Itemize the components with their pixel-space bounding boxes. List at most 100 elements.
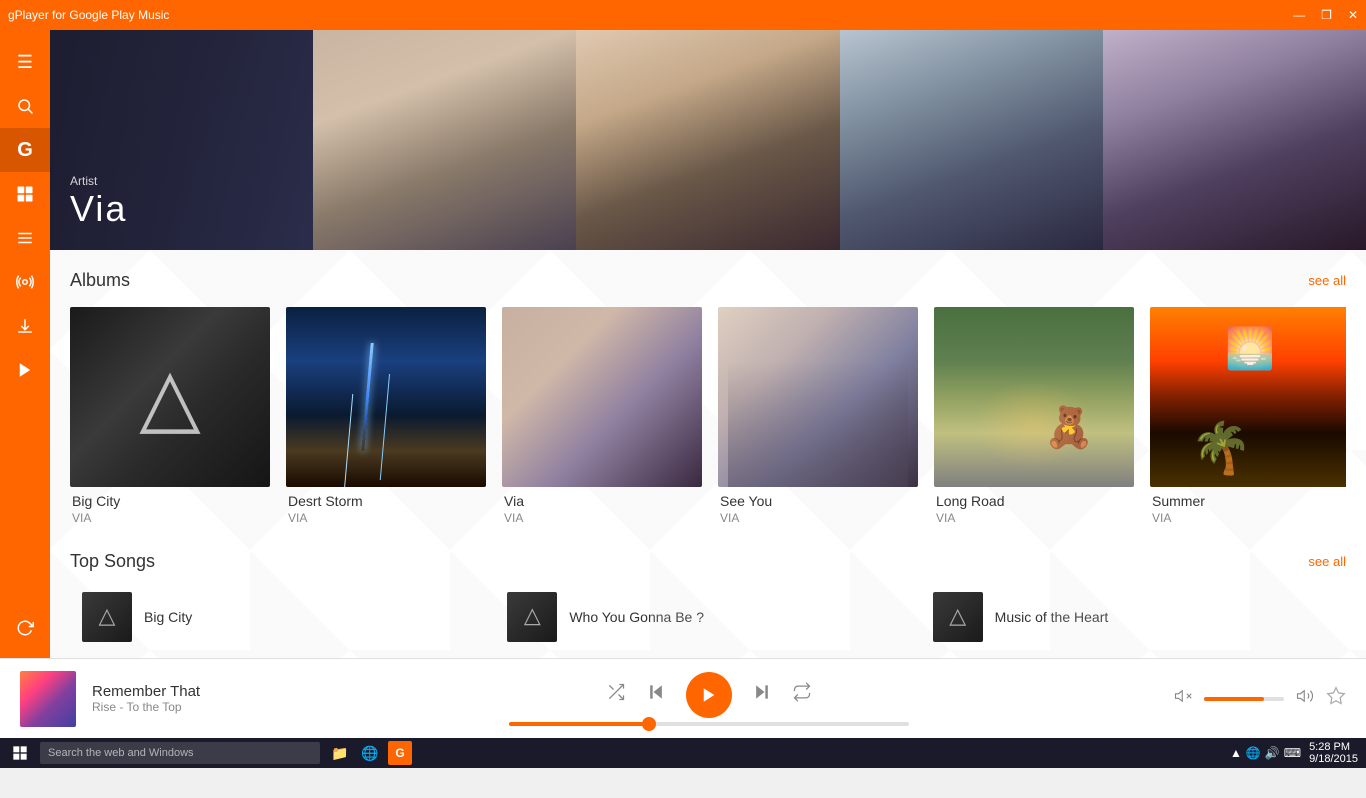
albums-see-all[interactable]: see all (1308, 273, 1346, 288)
artist-hero-banner: Artist Via (50, 30, 1366, 250)
album-artist: VIA (72, 511, 268, 525)
taskbar-right: ▲ 🌐 🔊 ⌨ 5:28 PM 9/18/2015 (1230, 741, 1358, 765)
volume-up-button[interactable] (1296, 687, 1314, 710)
top-songs-title: Top Songs (70, 551, 155, 572)
albums-title: Albums (70, 270, 130, 291)
albums-header: Albums see all (70, 270, 1346, 291)
album-name: Big City (72, 493, 268, 509)
main-content: Artist Via Albums see all Big City VIA D… (50, 30, 1366, 688)
taskbar-app-icons: 📁 🌐 G (328, 741, 412, 765)
sidebar-item-menu[interactable]: ☰ (0, 40, 50, 84)
album-artist: VIA (1152, 511, 1346, 525)
maximize-button[interactable]: ❐ (1321, 8, 1332, 22)
clock: 5:28 PM (1309, 741, 1358, 753)
play-button[interactable] (686, 672, 732, 718)
mute-button[interactable] (1174, 687, 1192, 710)
song-thumb (82, 592, 132, 642)
song-thumb (933, 592, 983, 642)
song-item-music-of-heart[interactable]: Music of the Heart (921, 584, 1346, 650)
artist-photo (313, 30, 1366, 250)
network-icon[interactable]: 🌐 (1246, 746, 1261, 760)
artist-info: Artist Via (70, 174, 127, 230)
player-album-art (20, 671, 76, 727)
album-artist: VIA (720, 511, 916, 525)
sidebar: ☰ G (0, 30, 50, 738)
face-figure-4 (1103, 30, 1366, 250)
progress-dot (642, 717, 656, 731)
window-controls: — ❐ ✕ (1293, 8, 1358, 22)
song-info: Music of the Heart (995, 609, 1109, 625)
favorite-button[interactable] (1326, 686, 1346, 712)
albums-grid: Big City VIA Desrt Storm VIA Via VIA See… (70, 307, 1346, 531)
sidebar-item-google-play[interactable]: G (0, 128, 50, 172)
album-name: Via (504, 493, 700, 509)
start-button[interactable] (8, 741, 32, 765)
album-name: See You (720, 493, 916, 509)
sidebar-item-download[interactable] (0, 304, 50, 348)
taskbar-browser[interactable]: 🌐 (358, 741, 382, 765)
album-card-big-city[interactable]: Big City VIA (70, 307, 270, 531)
album-card-see-you[interactable]: See You VIA (718, 307, 918, 531)
top-songs-header: Top Songs see all (70, 551, 1346, 572)
album-name: Desrt Storm (288, 493, 484, 509)
player-info: Remember That Rise - To the Top (92, 683, 272, 714)
album-artist: VIA (936, 511, 1132, 525)
track-subtitle: Rise - To the Top (92, 700, 272, 714)
system-time: 5:28 PM 9/18/2015 (1309, 741, 1358, 765)
song-info: Big City (144, 609, 192, 625)
sidebar-item-search[interactable] (0, 84, 50, 128)
system-tray: ▲ 🌐 🔊 ⌨ (1230, 746, 1301, 760)
content-area: Albums see all Big City VIA Desrt Storm … (50, 250, 1366, 660)
sidebar-item-play-next[interactable] (0, 348, 50, 392)
album-artist: VIA (288, 511, 484, 525)
song-thumb (507, 592, 557, 642)
app-title: gPlayer for Google Play Music (8, 8, 169, 22)
album-card-desert-storm[interactable]: Desrt Storm VIA (286, 307, 486, 531)
repeat-button[interactable] (792, 682, 812, 707)
minimize-button[interactable]: — (1293, 8, 1305, 22)
album-name: Summer (1152, 493, 1346, 509)
album-card-long-road[interactable]: Long Road VIA (934, 307, 1134, 531)
track-name: Remember That (92, 683, 272, 700)
albums-section: Albums see all Big City VIA Desrt Storm … (50, 250, 1366, 541)
taskbar-search[interactable] (40, 742, 320, 764)
player-bar: Remember That Rise - To the Top (0, 658, 1366, 738)
volume-bar[interactable] (1204, 697, 1284, 701)
song-info: Who You Gonna Be ? (569, 609, 704, 625)
sidebar-item-recent[interactable] (0, 606, 50, 650)
progress-bar[interactable] (509, 722, 909, 726)
top-songs-see-all[interactable]: see all (1308, 554, 1346, 569)
keyboard-icon[interactable]: ⌨ (1284, 746, 1301, 760)
sidebar-item-queue[interactable] (0, 216, 50, 260)
next-button[interactable] (752, 682, 772, 707)
album-card-via[interactable]: Via VIA (502, 307, 702, 531)
sidebar-item-dashboard[interactable] (0, 172, 50, 216)
artist-name: Via (70, 188, 127, 230)
tray-up-icon[interactable]: ▲ (1230, 746, 1242, 760)
album-name: Long Road (936, 493, 1132, 509)
close-button[interactable]: ✕ (1348, 8, 1358, 22)
date: 9/18/2015 (1309, 753, 1358, 765)
song-title: Who You Gonna Be ? (569, 609, 704, 625)
volume-fill (1204, 697, 1264, 701)
face-figure-2 (576, 30, 839, 250)
speaker-icon[interactable]: 🔊 (1265, 746, 1280, 760)
progress-fill (509, 722, 649, 726)
song-title: Music of the Heart (995, 609, 1109, 625)
songs-list: Big City Who You Gonna Be ? Music of the… (70, 584, 1346, 650)
taskbar-file-explorer[interactable]: 📁 (328, 741, 352, 765)
song-item-who-you-gonna-be[interactable]: Who You Gonna Be ? (495, 584, 920, 650)
song-title: Big City (144, 609, 192, 625)
sidebar-item-radio[interactable] (0, 260, 50, 304)
top-songs-section: Top Songs see all Big City Who You Gonna… (50, 541, 1366, 660)
song-item-big-city-song[interactable]: Big City (70, 584, 495, 650)
artist-label: Artist (70, 174, 127, 188)
shuffle-button[interactable] (606, 682, 626, 707)
album-card-summer[interactable]: Summer VIA (1150, 307, 1346, 531)
face-figure-3 (840, 30, 1103, 250)
player-controls (272, 672, 1146, 726)
titlebar: gPlayer for Google Play Music — ❐ ✕ (0, 0, 1366, 30)
prev-button[interactable] (646, 682, 666, 707)
taskbar-gplayer[interactable]: G (388, 741, 412, 765)
taskbar: 📁 🌐 G ▲ 🌐 🔊 ⌨ 5:28 PM 9/18/2015 (0, 738, 1366, 768)
